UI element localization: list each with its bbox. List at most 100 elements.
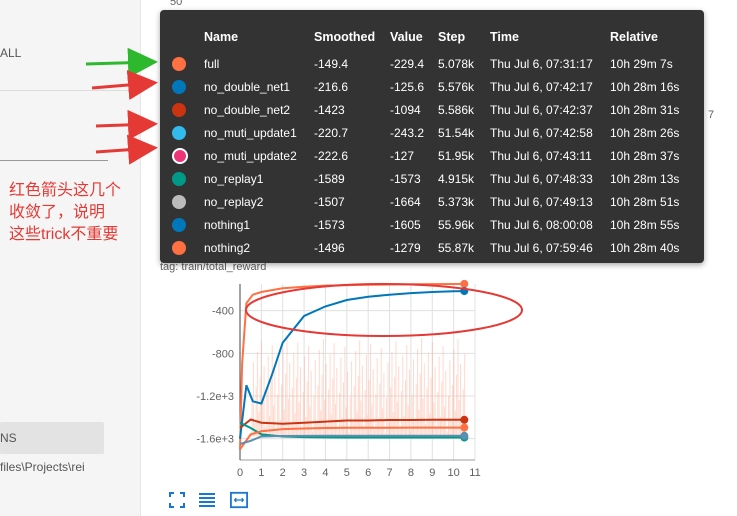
x-tick-label: 9 bbox=[429, 467, 435, 479]
series-end-marker-no_double_net2 bbox=[460, 415, 469, 424]
color-dot bbox=[172, 194, 186, 209]
x-tick-label: 10 bbox=[448, 467, 460, 479]
tooltip-cell-name: no_muti_update1 bbox=[204, 125, 297, 140]
tooltip-cell-relative: 10h 28m 16s bbox=[610, 79, 680, 94]
tooltip-row: no_replay1 -1589 -1573 4.915k Thu Jul 6, 07:… bbox=[172, 167, 689, 190]
tooltip-cell-smoothed: -216.6 bbox=[314, 79, 349, 94]
annotation-line: 收敛了，说明 bbox=[9, 204, 106, 221]
tooltip-cell-value: -1664 bbox=[390, 194, 421, 209]
annotation-note: 红色箭头这几个 收敛了，说明 这些trick不重要 bbox=[9, 180, 159, 246]
tooltip-cell-step: 55.96k bbox=[438, 217, 475, 232]
tooltip-row: no_muti_update1 -220.7 -243.2 51.54k Thu Jul… bbox=[172, 121, 689, 144]
x-tick-label: 11 bbox=[469, 467, 480, 479]
run-color-swatch bbox=[172, 190, 204, 213]
color-dot bbox=[172, 147, 188, 164]
run-color-swatch bbox=[172, 75, 204, 98]
sidebar-item-all[interactable]: ALL bbox=[0, 46, 21, 60]
tooltip-cell-step: 5.373k bbox=[438, 194, 475, 209]
x-tick-label: 4 bbox=[322, 467, 328, 479]
x-tick-label: 7 bbox=[386, 467, 392, 479]
tooltip-cell-name: full bbox=[204, 56, 220, 71]
tooltip-cell-name: nothing2 bbox=[204, 240, 251, 255]
tooltip-cell-relative: 10h 28m 31s bbox=[610, 102, 680, 117]
tooltip-cell-step: 5.586k bbox=[438, 102, 475, 117]
color-dot bbox=[172, 125, 186, 140]
series-end-marker-nothing2 bbox=[460, 423, 469, 432]
color-dot bbox=[172, 217, 186, 232]
run-color-swatch bbox=[172, 144, 204, 167]
tooltip-cell-value: -1094 bbox=[390, 102, 421, 117]
tooltip-cell-relative: 10h 28m 37s bbox=[610, 148, 680, 163]
run-color-swatch bbox=[172, 52, 204, 75]
sidebar: ALL NS files\Projects\rei bbox=[0, 0, 141, 516]
x-tick-label: 0 bbox=[237, 467, 243, 479]
tooltip-cell-step: 5.576k bbox=[438, 79, 475, 94]
tooltip-cell-value: -243.2 bbox=[390, 125, 425, 140]
top-chart-x-tick: 7 bbox=[708, 109, 714, 121]
annotation-line: 这些trick不重要 bbox=[9, 226, 119, 243]
tooltip-header: Value bbox=[390, 30, 423, 44]
tooltip-header: Step bbox=[438, 30, 466, 44]
color-dot bbox=[172, 171, 186, 186]
total-reward-chart[interactable]: -400 -800 -1.2e+3 -1.6e+3 0 1 2 3 4 5 6 7 8 9 10 11 bbox=[150, 270, 737, 490]
tooltip-cell-relative: 10h 28m 55s bbox=[610, 217, 680, 232]
y-tick-label: -1.2e+3 bbox=[196, 391, 234, 403]
list-icon[interactable] bbox=[198, 491, 216, 509]
tooltip-cell-smoothed: -149.4 bbox=[314, 56, 349, 71]
x-tick-label: 6 bbox=[365, 467, 371, 479]
tooltip-cell-time: Thu Jul 6, 08:00:08 bbox=[490, 217, 593, 232]
tooltip-cell-smoothed: -222.6 bbox=[314, 148, 349, 163]
tooltip-cell-smoothed: -1589 bbox=[314, 171, 345, 186]
tooltip-cell-step: 55.87k bbox=[438, 240, 475, 255]
tooltip-cell-time: Thu Jul 6, 07:49:13 bbox=[490, 194, 593, 209]
tooltip-cell-name: nothing1 bbox=[204, 217, 251, 232]
tooltip-cell-time: Thu Jul 6, 07:43:11 bbox=[490, 148, 592, 163]
tooltip-cell-value: -125.6 bbox=[390, 79, 425, 94]
run-color-swatch bbox=[172, 213, 204, 236]
tooltip-cell-step: 51.95k bbox=[438, 148, 475, 163]
tooltip-cell-value: -1605 bbox=[390, 217, 421, 232]
annotation-line: 红色箭头这几个 bbox=[9, 182, 122, 199]
tooltip-cell-time: Thu Jul 6, 07:42:58 bbox=[490, 125, 593, 140]
tooltip-cell-time: Thu Jul 6, 07:42:37 bbox=[490, 102, 593, 117]
tooltip-cell-name: no_replay2 bbox=[204, 194, 264, 209]
tooltip-row: no_muti_update2 -222.6 -127 51.95k Thu Jul 6… bbox=[172, 144, 689, 167]
tooltip-row: no_double_net1 -216.6 -125.6 5.576k Thu Jul … bbox=[172, 75, 689, 98]
tooltip-cell-step: 5.078k bbox=[438, 56, 475, 71]
tooltip-header: Name bbox=[204, 30, 239, 44]
x-tick-label: 8 bbox=[408, 467, 414, 479]
tooltip-table: Name Smoothed Value Step Time Relative f… bbox=[172, 28, 689, 259]
tooltip-panel: Name Smoothed Value Step Time Relative f… bbox=[160, 10, 704, 263]
log-directory-path: files\Projects\rei bbox=[0, 460, 85, 474]
sidebar-underline bbox=[0, 160, 108, 161]
sidebar-divider bbox=[0, 90, 140, 91]
y-tick-label: -1.6e+3 bbox=[196, 434, 234, 446]
y-tick-label: -400 bbox=[212, 306, 234, 318]
run-color-swatch bbox=[172, 167, 204, 190]
tooltip-cell-relative: 10h 28m 26s bbox=[610, 125, 680, 140]
tooltip-body: full -149.4 -229.4 5.078k Thu Jul 6, 07:31:1… bbox=[172, 52, 689, 259]
tooltip-cell-relative: 10h 28m 51s bbox=[610, 194, 680, 209]
top-chart-y-tick: 50 bbox=[170, 0, 182, 8]
color-dot bbox=[172, 240, 186, 255]
tooltip-row: nothing1 -1573 -1605 55.96k Thu Jul 6, 08:00… bbox=[172, 213, 689, 236]
fullscreen-icon[interactable] bbox=[168, 491, 186, 509]
tooltip-cell-smoothed: -1573 bbox=[314, 217, 345, 232]
tooltip-cell-time: Thu Jul 6, 07:42:17 bbox=[490, 79, 593, 94]
tooltip-header: Time bbox=[490, 30, 519, 44]
tooltip-cell-value: -229.4 bbox=[390, 56, 425, 71]
run-color-swatch bbox=[172, 98, 204, 121]
fit-domain-icon[interactable] bbox=[230, 491, 248, 509]
tooltip-cell-smoothed: -1423 bbox=[314, 102, 345, 117]
tooltip-cell-value: -1573 bbox=[390, 171, 421, 186]
tooltip-header-color bbox=[172, 28, 204, 52]
run-color-swatch bbox=[172, 236, 204, 259]
y-tick-label: -800 bbox=[212, 348, 234, 360]
tooltip-row: nothing2 -1496 -1279 55.87k Thu Jul 6, 07:59… bbox=[172, 236, 689, 259]
x-tick-label: 5 bbox=[344, 467, 350, 479]
tooltip-cell-step: 4.915k bbox=[438, 171, 475, 186]
x-tick-label: 3 bbox=[301, 467, 307, 479]
x-tick-label: 2 bbox=[280, 467, 286, 479]
runs-selector[interactable]: NS bbox=[0, 422, 104, 454]
tooltip-cell-name: no_double_net1 bbox=[204, 79, 291, 94]
